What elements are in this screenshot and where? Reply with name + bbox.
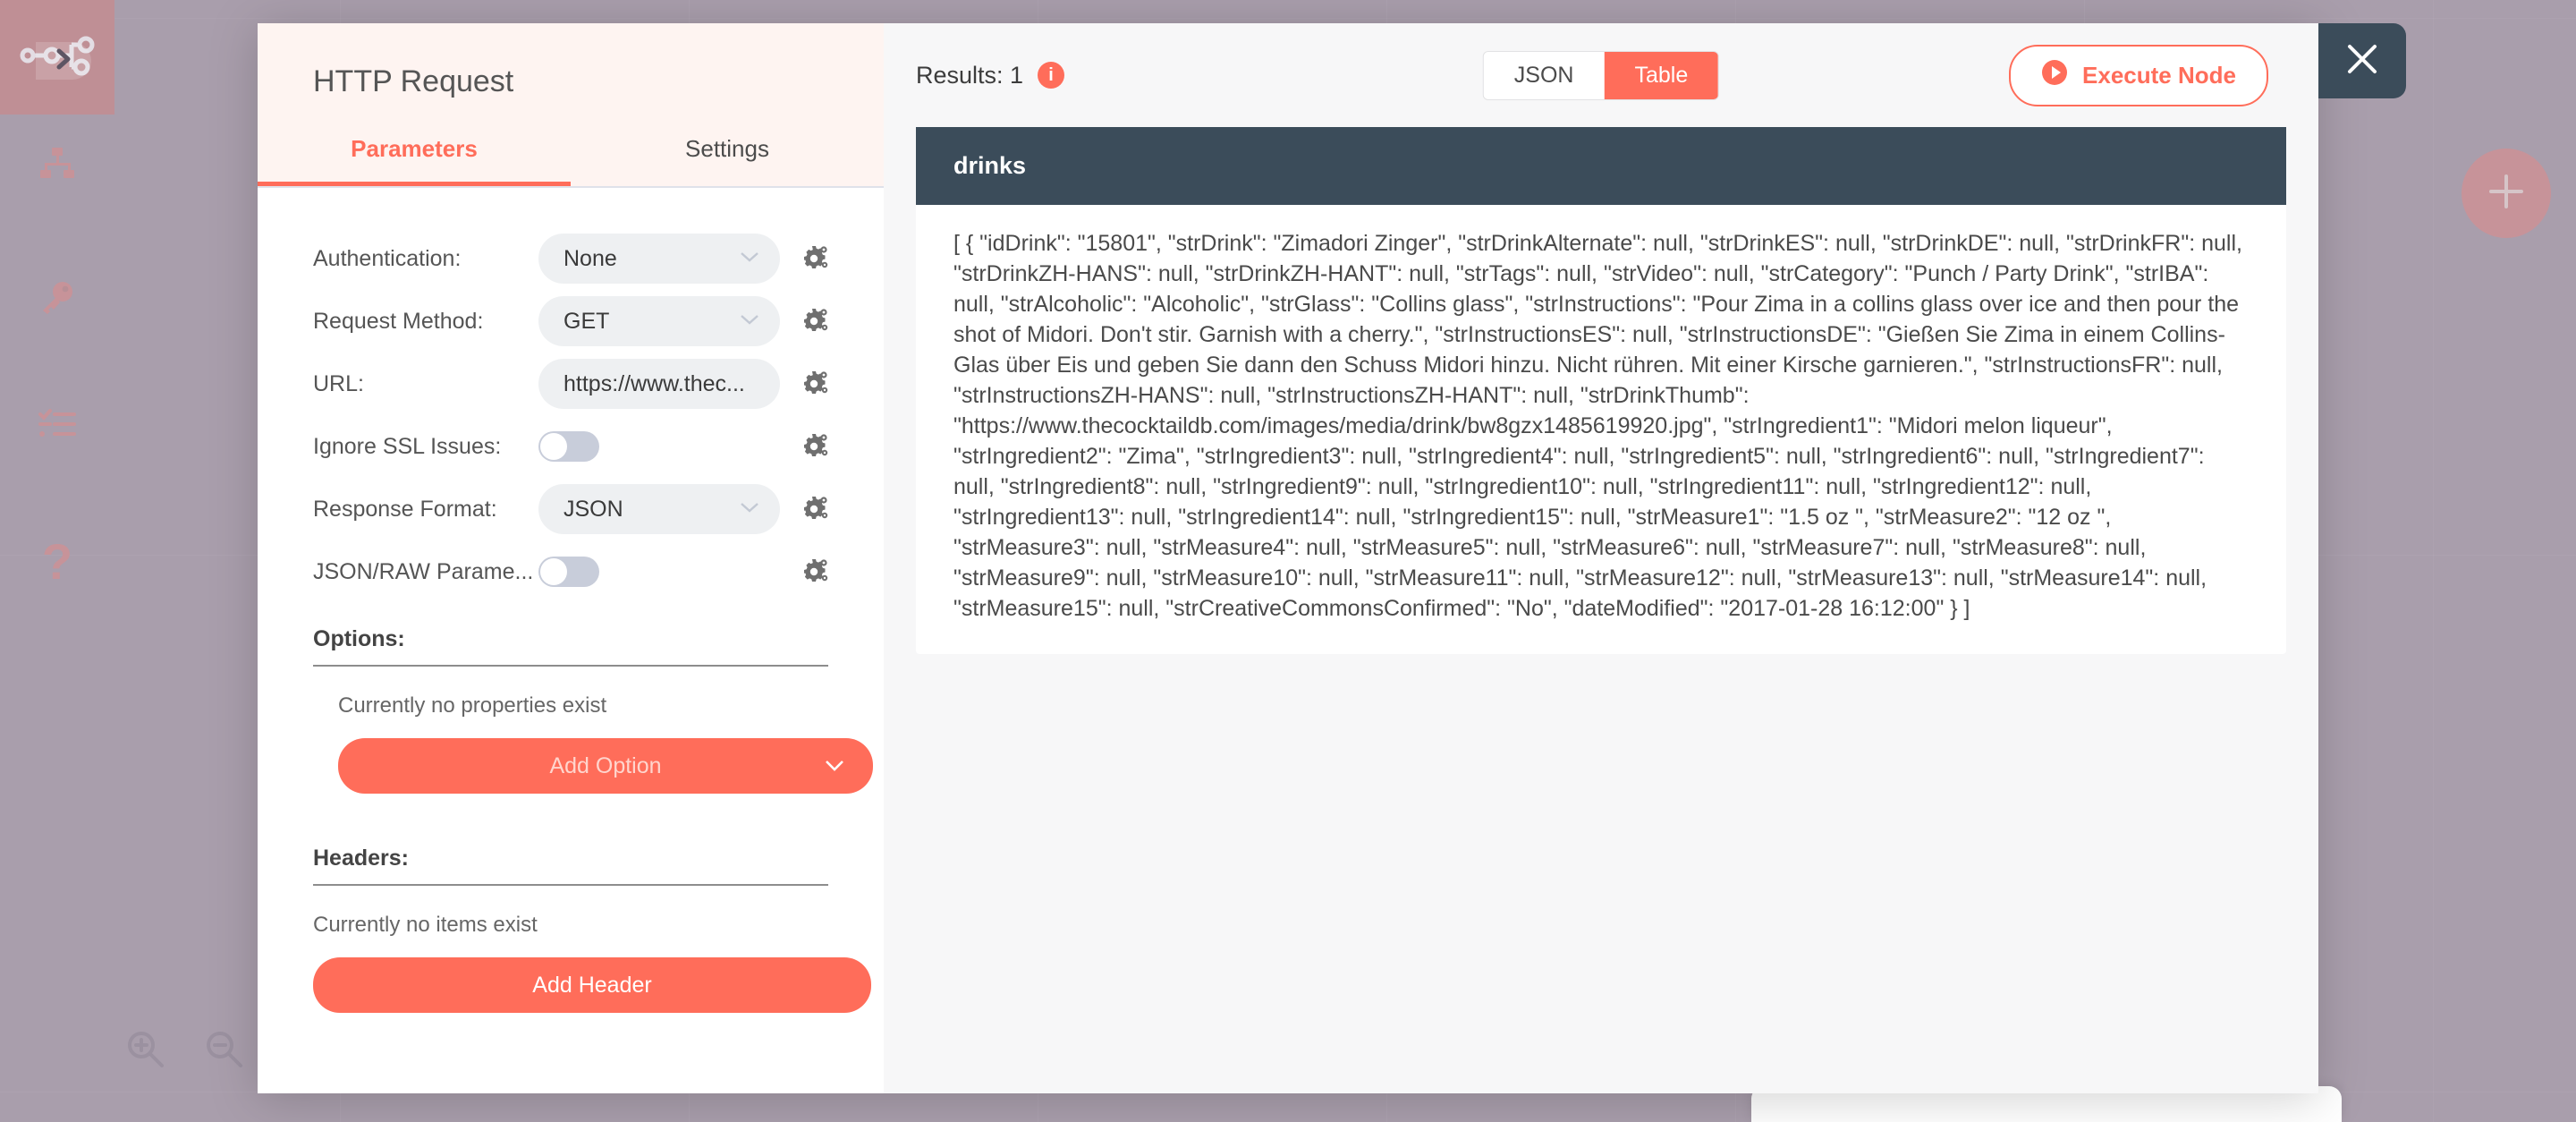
gear-settings-icon bbox=[801, 306, 828, 337]
json-raw-parameters-toggle[interactable] bbox=[538, 557, 599, 587]
field-label: Response Format: bbox=[313, 496, 497, 522]
field-url: URL: https://www.thec... bbox=[313, 353, 828, 415]
field-settings-button[interactable] bbox=[780, 431, 828, 463]
add-option-button[interactable]: Add Option bbox=[338, 738, 873, 794]
divider bbox=[313, 884, 828, 886]
chevron-down-icon bbox=[739, 499, 760, 519]
field-label: Request Method: bbox=[313, 308, 484, 334]
sidebar: ? bbox=[0, 0, 114, 1122]
select-value: None bbox=[564, 245, 617, 271]
node-detail-view: HTTP Request Parameters Settings Authent… bbox=[258, 23, 2318, 1093]
tab-bar: Parameters Settings bbox=[258, 135, 884, 188]
gear-settings-icon bbox=[801, 494, 828, 525]
headers-empty-text: Currently no items exist bbox=[313, 913, 538, 937]
table-cell-json: [ { "idDrink": "15801", "strDrink": "Zim… bbox=[953, 231, 2242, 621]
field-settings-button[interactable] bbox=[780, 557, 828, 588]
checklist-icon bbox=[38, 408, 76, 443]
gear-settings-icon bbox=[801, 243, 828, 275]
execute-node-button[interactable]: Execute Node bbox=[2009, 44, 2268, 106]
sidebar-item-workflows[interactable] bbox=[0, 147, 114, 189]
field-response-format: Response Format: JSON bbox=[313, 478, 828, 540]
ignore-ssl-toggle[interactable] bbox=[538, 431, 599, 462]
field-request-method: Request Method: GET bbox=[313, 290, 828, 353]
url-input[interactable]: https://www.thec... bbox=[538, 359, 780, 409]
chevron-down-icon bbox=[739, 311, 760, 331]
add-option-label: Add Option bbox=[549, 752, 662, 778]
options-section-title: Options: bbox=[313, 626, 405, 651]
key-icon bbox=[39, 279, 75, 319]
sidebar-item-help[interactable]: ? bbox=[0, 537, 114, 587]
close-icon bbox=[2343, 39, 2382, 83]
field-settings-button[interactable] bbox=[780, 243, 828, 275]
execute-node-label: Execute Node bbox=[2082, 61, 2236, 89]
output-body: drinks [ { "idDrink": "15801", "strDrink… bbox=[884, 127, 2318, 1093]
add-header-label: Add Header bbox=[532, 972, 652, 998]
plus-icon bbox=[2486, 171, 2527, 217]
response-format-select[interactable]: JSON bbox=[538, 484, 780, 534]
output-pane: Results: 1 i JSON Table Execute Node dri… bbox=[884, 23, 2318, 1093]
gear-settings-icon bbox=[801, 557, 828, 588]
divider bbox=[313, 665, 828, 667]
table-column-header: drinks bbox=[916, 127, 2286, 205]
input-value: https://www.thec... bbox=[564, 370, 745, 396]
headers-section-title: Headers: bbox=[313, 846, 409, 871]
zoom-in-icon[interactable] bbox=[125, 1029, 165, 1073]
field-ignore-ssl-issues: Ignore SSL Issues: bbox=[313, 415, 828, 478]
results-count-label: Results: 1 bbox=[916, 61, 1024, 89]
add-header-button[interactable]: Add Header bbox=[313, 957, 871, 1013]
zoom-out-icon[interactable] bbox=[204, 1029, 243, 1073]
close-button[interactable] bbox=[2318, 23, 2406, 98]
gear-settings-icon bbox=[801, 431, 828, 463]
field-settings-button[interactable] bbox=[780, 369, 828, 400]
authentication-select[interactable]: None bbox=[538, 234, 780, 284]
page-title: HTTP Request bbox=[313, 64, 514, 98]
tab-settings[interactable]: Settings bbox=[571, 135, 884, 186]
field-label: URL: bbox=[313, 370, 364, 396]
question-mark-icon: ? bbox=[41, 533, 73, 590]
view-tab-json[interactable]: JSON bbox=[1484, 52, 1605, 99]
field-settings-button[interactable] bbox=[780, 306, 828, 337]
field-json-raw-parameters: JSON/RAW Parame... bbox=[313, 540, 828, 603]
add-node-button[interactable] bbox=[2462, 149, 2551, 238]
parameters-header: HTTP Request Parameters Settings bbox=[258, 23, 884, 188]
field-label: JSON/RAW Parame... bbox=[313, 558, 534, 584]
select-value: GET bbox=[564, 308, 610, 334]
tab-parameters[interactable]: Parameters bbox=[258, 135, 571, 186]
sidebar-item-credentials[interactable] bbox=[0, 279, 114, 319]
sitemap-icon bbox=[38, 147, 76, 189]
chevron-down-icon bbox=[739, 249, 760, 268]
select-value: JSON bbox=[564, 496, 623, 522]
sidebar-item-executions[interactable] bbox=[0, 408, 114, 443]
view-tab-table[interactable]: Table bbox=[1604, 51, 1719, 99]
play-circle-icon bbox=[2041, 59, 2068, 92]
field-label: Authentication: bbox=[313, 245, 462, 271]
results-table: drinks [ { "idDrink": "15801", "strDrink… bbox=[916, 127, 2286, 654]
view-mode-toggle: JSON Table bbox=[1482, 50, 1720, 100]
chevron-right-icon bbox=[54, 47, 73, 75]
request-method-select[interactable]: GET bbox=[538, 296, 780, 346]
field-authentication: Authentication: None bbox=[313, 227, 828, 290]
output-toolbar: Results: 1 i JSON Table Execute Node bbox=[884, 23, 2318, 127]
chevron-down-icon bbox=[823, 754, 846, 778]
sidebar-expand-button[interactable] bbox=[36, 42, 91, 80]
gear-settings-icon bbox=[801, 369, 828, 400]
options-empty-text: Currently no properties exist bbox=[338, 693, 607, 718]
parameters-body: Authentication: None Request Method: GET… bbox=[258, 188, 884, 1093]
info-icon[interactable]: i bbox=[1038, 62, 1065, 89]
field-label: Ignore SSL Issues: bbox=[313, 433, 502, 459]
field-settings-button[interactable] bbox=[780, 494, 828, 525]
canvas-zoom-controls bbox=[125, 1029, 243, 1073]
parameters-pane: HTTP Request Parameters Settings Authent… bbox=[258, 23, 884, 1093]
